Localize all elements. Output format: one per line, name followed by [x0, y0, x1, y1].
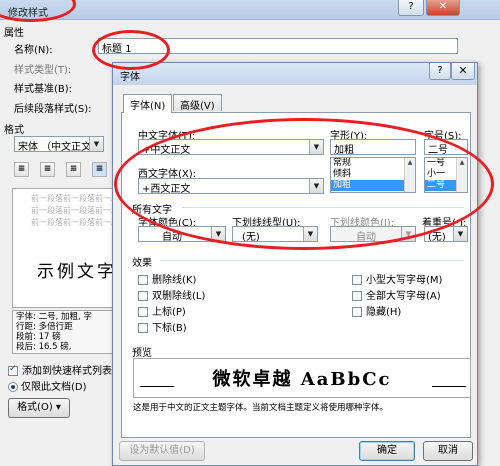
style-based-label: 样式基准(B):: [14, 84, 73, 95]
cancel-button[interactable]: 取消: [423, 441, 473, 461]
preview-gray-line: 前一段落前一段落前一段落前一段: [31, 194, 123, 203]
scrollbar[interactable]: ▲: [404, 158, 415, 192]
font-style-list[interactable]: 常规 倾斜 加粗 ▲: [330, 157, 416, 193]
preview-section-label: 预览: [132, 348, 152, 359]
tab-advanced[interactable]: 高级(V): [173, 94, 222, 112]
effects-section-label: 效果: [132, 258, 152, 269]
modify-style-titlebar: 修改样式 ? ✕: [0, 0, 500, 20]
chevron-down-icon: ▼: [89, 137, 103, 151]
section-divider: [182, 207, 464, 208]
scrollbar[interactable]: ▲: [456, 158, 467, 192]
preview-gray-line: 前一段落前一段落前一段落前一段: [31, 218, 123, 227]
font-size-input[interactable]: 二号: [424, 139, 468, 155]
superscript-checkbox[interactable]: 上标(P): [138, 303, 186, 318]
chevron-down-icon: ▼: [303, 227, 317, 241]
font-help-button[interactable]: ?: [429, 63, 451, 80]
chevron-down-icon: ▼: [453, 227, 467, 241]
add-to-quick-styles-checkbox[interactable]: 添加到快速样式列表: [8, 362, 112, 377]
font-dialog: 字体 ? ✕ 字体(N) 高级(V) 中文字体(T): +中文正文 ▼ 西文字体…: [112, 62, 478, 466]
chevron-down-icon: ▼: [401, 227, 415, 241]
strikethrough-checkbox[interactable]: 删除线(K): [138, 271, 196, 286]
list-item[interactable]: 倾斜: [331, 169, 415, 180]
list-item[interactable]: 常规: [331, 158, 415, 169]
description-line: 字体: 二号, 加粗, 字: [16, 312, 92, 322]
close-button[interactable]: ✕: [426, 0, 460, 16]
format-menu-button[interactable]: 格式(O) ▾: [8, 398, 70, 418]
font-color-select[interactable]: 自动 ▼: [138, 226, 226, 242]
chevron-up-icon[interactable]: ▲: [457, 158, 467, 168]
name-label: 名称(N):: [14, 45, 53, 56]
font-dialog-titlebar: 字体 ? ✕: [113, 63, 477, 85]
style-description-box: 字体: 二号, 加粗, 字 行距: 多倍行距 段前: 17 磅 段后: 16.5…: [12, 310, 124, 354]
underline-color-select[interactable]: 自动 ▼: [330, 226, 416, 242]
help-button[interactable]: ?: [398, 0, 424, 16]
preview-gray-line: 前一段落前一段落前一段落前一段: [31, 206, 123, 215]
font-name-value: 宋体 （中文正文: [18, 142, 92, 152]
preview-sample-text: 示例文字: [37, 262, 117, 282]
chevron-up-icon[interactable]: ▲: [405, 158, 415, 168]
set-default-button[interactable]: 设为默认值(D): [119, 441, 205, 461]
font-close-button[interactable]: ✕: [451, 63, 475, 80]
chevron-down-icon: ▼: [309, 179, 323, 193]
font-name-select[interactable]: 宋体 （中文正文 ▼: [14, 136, 104, 152]
chevron-down-icon: ▼: [211, 227, 225, 241]
section-divider: [160, 260, 464, 261]
align-left-icon[interactable]: ≡: [14, 162, 29, 177]
justify-icon[interactable]: ≡: [92, 162, 107, 177]
align-center-icon[interactable]: ≡: [40, 162, 55, 177]
next-paragraph-style-label: 后续段落样式(S):: [14, 104, 92, 115]
properties-section-label: 属性: [4, 28, 24, 39]
style-name-input[interactable]: 标题 1: [98, 38, 458, 54]
font-dialog-title: 字体: [120, 72, 140, 83]
description-line: 段前: 17 磅: [16, 332, 61, 342]
description-line: 行距: 多倍行距: [16, 322, 73, 332]
font-size-list[interactable]: 一号 小一 二号 ▲: [424, 157, 468, 193]
cn-font-select[interactable]: +中文正文 ▼: [138, 139, 324, 155]
only-this-document-radio[interactable]: 仅限此文档(D): [8, 378, 87, 393]
list-item[interactable]: 加粗: [331, 180, 415, 191]
radio-selected: [8, 382, 18, 392]
font-preview-text: 微软卓越 AaBbCc: [212, 369, 392, 390]
align-right-icon[interactable]: ≡: [66, 162, 81, 177]
all-caps-checkbox[interactable]: 全部大写字母(A): [352, 287, 441, 302]
font-preview-panel: 微软卓越 AaBbCc: [133, 358, 471, 398]
modify-style-title: 修改样式: [8, 8, 48, 19]
underline-style-select[interactable]: (无) ▼: [232, 226, 318, 242]
tab-font[interactable]: 字体(N): [123, 94, 173, 113]
emphasis-select[interactable]: (无) ▼: [424, 226, 468, 242]
hidden-checkbox[interactable]: 隐藏(H): [352, 303, 401, 318]
preview-note: 这是用于中文的正文主题字体。当前文档主题定义将使用哪种字体。: [133, 403, 389, 413]
style-preview-box: 前一段落前一段落前一段落前一段 前一段落前一段落前一段落前一段 前一段落前一段落…: [12, 188, 124, 308]
subscript-checkbox[interactable]: 下标(B): [138, 319, 187, 334]
west-font-select[interactable]: +西文正文 ▼: [138, 178, 324, 194]
description-line: 段后: 16.5 磅,: [16, 342, 72, 352]
small-caps-checkbox[interactable]: 小型大写字母(M): [352, 271, 442, 286]
checkbox-checked: [8, 364, 18, 376]
double-strikethrough-checkbox[interactable]: 双删除线(L): [138, 287, 205, 302]
style-type-label: 样式类型(T):: [14, 65, 72, 76]
font-style-input[interactable]: 加粗: [330, 139, 416, 155]
ok-button[interactable]: 确定: [359, 441, 415, 461]
format-section-label: 格式: [4, 125, 24, 136]
chevron-down-icon: ▼: [309, 140, 323, 154]
